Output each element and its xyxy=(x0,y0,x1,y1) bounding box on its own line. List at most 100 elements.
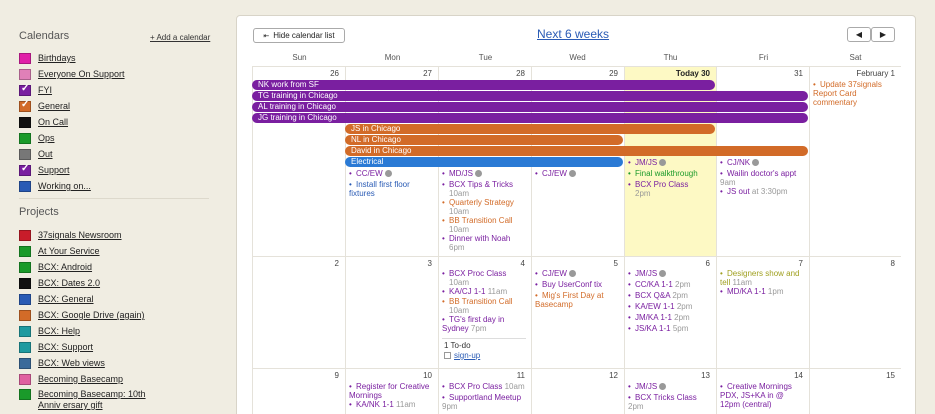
color-swatch[interactable] xyxy=(19,325,31,337)
calendar-event[interactable]: • Wailin doctor's appt 9am xyxy=(720,169,806,187)
calendar-event[interactable]: • Register for Creative Mornings xyxy=(349,382,435,400)
color-swatch[interactable] xyxy=(19,180,31,192)
calendar-event[interactable]: • JM/JS xyxy=(628,158,714,167)
calendar-event[interactable]: • BCX Proc Class 10am xyxy=(442,269,528,287)
calendar-event[interactable]: • TG's first day in Sydney 7pm xyxy=(442,315,528,333)
calendar-item-birthdays[interactable]: Birthdays xyxy=(19,52,76,64)
calendar-event[interactable]: • KA/NK 1-1 11am xyxy=(349,400,435,409)
color-swatch[interactable] xyxy=(19,132,31,144)
calendar-label[interactable]: Everyone On Support xyxy=(38,69,125,79)
todo-item[interactable]: sign-up xyxy=(444,351,480,360)
calendar-event[interactable]: • JS/KA 1-1 5pm xyxy=(628,324,714,333)
calendar-event[interactable]: • Designers show and tell 11am xyxy=(720,269,806,287)
calendar-event[interactable]: • Mig's First Day at Basecamp xyxy=(535,291,621,309)
multiday-event[interactable]: Electrical xyxy=(345,157,623,167)
project-item[interactable]: BCX: General xyxy=(19,293,94,305)
calendar-event[interactable]: • BCX Q&A 2pm xyxy=(628,291,714,300)
next-button[interactable]: ▶ xyxy=(871,27,895,42)
calendar-event[interactable]: • CJ/EW xyxy=(535,169,621,178)
multiday-event[interactable]: JS in Chicago xyxy=(345,124,715,134)
color-swatch[interactable] xyxy=(19,245,31,257)
calendar-event[interactable]: • BB Transition Call 10am xyxy=(442,216,528,234)
calendar-item-working-on[interactable]: Working on... xyxy=(19,180,91,192)
calendar-event[interactable]: • JM/JS xyxy=(628,382,714,391)
project-label[interactable]: Becoming Basecamp xyxy=(38,374,123,384)
calendar-item-out[interactable]: Out xyxy=(19,148,53,160)
project-label[interactable]: 37signals Newsroom xyxy=(38,230,122,240)
add-calendar-link[interactable]: + Add a calendar xyxy=(150,33,210,42)
project-label[interactable]: BCX: Support xyxy=(38,342,93,352)
project-label[interactable]: Becoming Basecamp: 10th Anniv ersary gif… xyxy=(38,389,168,411)
calendar-label[interactable]: General xyxy=(38,101,70,111)
calendar-event[interactable]: • MD/JS xyxy=(442,169,528,178)
calendar-label[interactable]: Out xyxy=(38,149,53,159)
calendar-event[interactable]: • BCX Tricks Class 2pm xyxy=(628,393,714,411)
calendar-label[interactable]: FYI xyxy=(38,85,52,95)
project-item[interactable]: Becoming Basecamp xyxy=(19,373,123,385)
project-item[interactable]: BCX: Support xyxy=(19,341,93,353)
project-item[interactable]: BCX: Android xyxy=(19,261,92,273)
color-swatch[interactable] xyxy=(19,373,31,385)
color-swatch[interactable]: ✓ xyxy=(19,163,31,176)
page-title[interactable]: Next 6 weeks xyxy=(537,27,609,41)
calendar-event[interactable]: • JM/KA 1-1 2pm xyxy=(628,313,714,322)
calendar-event[interactable]: • BCX Pro Class 2pm xyxy=(628,180,714,198)
calendar-event[interactable]: • KA/EW 1-1 2pm xyxy=(628,302,714,311)
todo-checkbox[interactable] xyxy=(444,352,451,360)
day-cell[interactable]: 8 xyxy=(809,256,901,368)
calendar-event[interactable]: • KA/CJ 1-1 11am xyxy=(442,287,528,296)
calendar-event[interactable]: • Quarterly Strategy 10am xyxy=(442,198,528,216)
calendar-event[interactable]: • JM/JS xyxy=(628,269,714,278)
project-label[interactable]: BCX: General xyxy=(38,294,94,304)
calendar-event[interactable]: • Supportland Meetup 9pm xyxy=(442,393,528,411)
multiday-event[interactable]: AL training in Chicago xyxy=(252,102,808,112)
calendar-event[interactable]: • Dinner with Noah 6pm xyxy=(442,234,528,252)
calendar-label[interactable]: Working on... xyxy=(38,181,91,191)
project-label[interactable]: At Your Service xyxy=(38,246,100,256)
color-swatch[interactable] xyxy=(19,52,31,64)
color-swatch[interactable] xyxy=(19,357,31,369)
color-swatch[interactable] xyxy=(19,389,31,400)
multiday-event[interactable]: David in Chicago xyxy=(345,146,808,156)
calendar-item-everyone-on-support[interactable]: Everyone On Support xyxy=(19,68,125,80)
calendar-event[interactable]: • Creative Mornings PDX, JS+KA in @ 12pm … xyxy=(720,382,804,409)
calendar-event[interactable]: • BB Transition Call 10am xyxy=(442,297,528,315)
calendar-item-on-call[interactable]: On Call xyxy=(19,116,68,128)
todo-label[interactable]: sign-up xyxy=(454,351,480,360)
day-cell[interactable]: 3 xyxy=(345,256,438,368)
project-item[interactable]: BCX: Web views xyxy=(19,357,105,369)
color-swatch[interactable] xyxy=(19,293,31,305)
calendar-event[interactable]: • Final walkthrough xyxy=(628,169,714,178)
color-swatch[interactable] xyxy=(19,261,31,273)
hide-calendar-list-button[interactable]: ⇤ Hide calendar list xyxy=(253,28,345,43)
calendar-event[interactable]: • JS out at 3:30pm xyxy=(720,187,806,196)
calendar-event[interactable]: • CC/KA 1-1 2pm xyxy=(628,280,714,289)
color-swatch[interactable] xyxy=(19,277,31,289)
multiday-event[interactable]: NK work from SF xyxy=(252,80,715,90)
day-cell[interactable]: 9 xyxy=(252,368,345,414)
color-swatch[interactable]: ✓ xyxy=(19,83,31,96)
calendar-event[interactable]: • BCX Pro Class 10am xyxy=(442,382,528,391)
multiday-event[interactable]: NL in Chicago xyxy=(345,135,623,145)
project-item[interactable]: BCX: Dates 2.0 xyxy=(19,277,100,289)
project-item[interactable]: BCX: Google Drive (again) xyxy=(19,309,145,321)
project-label[interactable]: BCX: Android xyxy=(38,262,92,272)
calendar-event[interactable]: • BCX Tips & Tricks 10am xyxy=(442,180,528,198)
calendar-label[interactable]: On Call xyxy=(38,117,68,127)
color-swatch[interactable] xyxy=(19,116,31,128)
calendar-item-fyi[interactable]: ✓ FYI xyxy=(19,83,52,96)
day-cell[interactable]: 2 xyxy=(252,256,345,368)
calendar-label[interactable]: Support xyxy=(38,165,70,175)
project-label[interactable]: BCX: Dates 2.0 xyxy=(38,278,100,288)
day-cell[interactable]: 15 xyxy=(809,368,901,414)
color-swatch[interactable] xyxy=(19,148,31,160)
project-item[interactable]: 37signals Newsroom xyxy=(19,229,122,241)
calendar-event[interactable]: • MD/KA 1-1 1pm xyxy=(720,287,806,296)
project-item[interactable]: At Your Service xyxy=(19,245,100,257)
project-item[interactable]: BCX: Help xyxy=(19,325,80,337)
day-cell[interactable]: 12 xyxy=(531,368,624,414)
calendar-item-support[interactable]: ✓ Support xyxy=(19,163,70,176)
calendar-item-general[interactable]: ✓ General xyxy=(19,99,70,112)
project-label[interactable]: BCX: Google Drive (again) xyxy=(38,310,145,320)
calendar-event[interactable]: • Update 37signals Report Card commentary xyxy=(813,80,897,107)
